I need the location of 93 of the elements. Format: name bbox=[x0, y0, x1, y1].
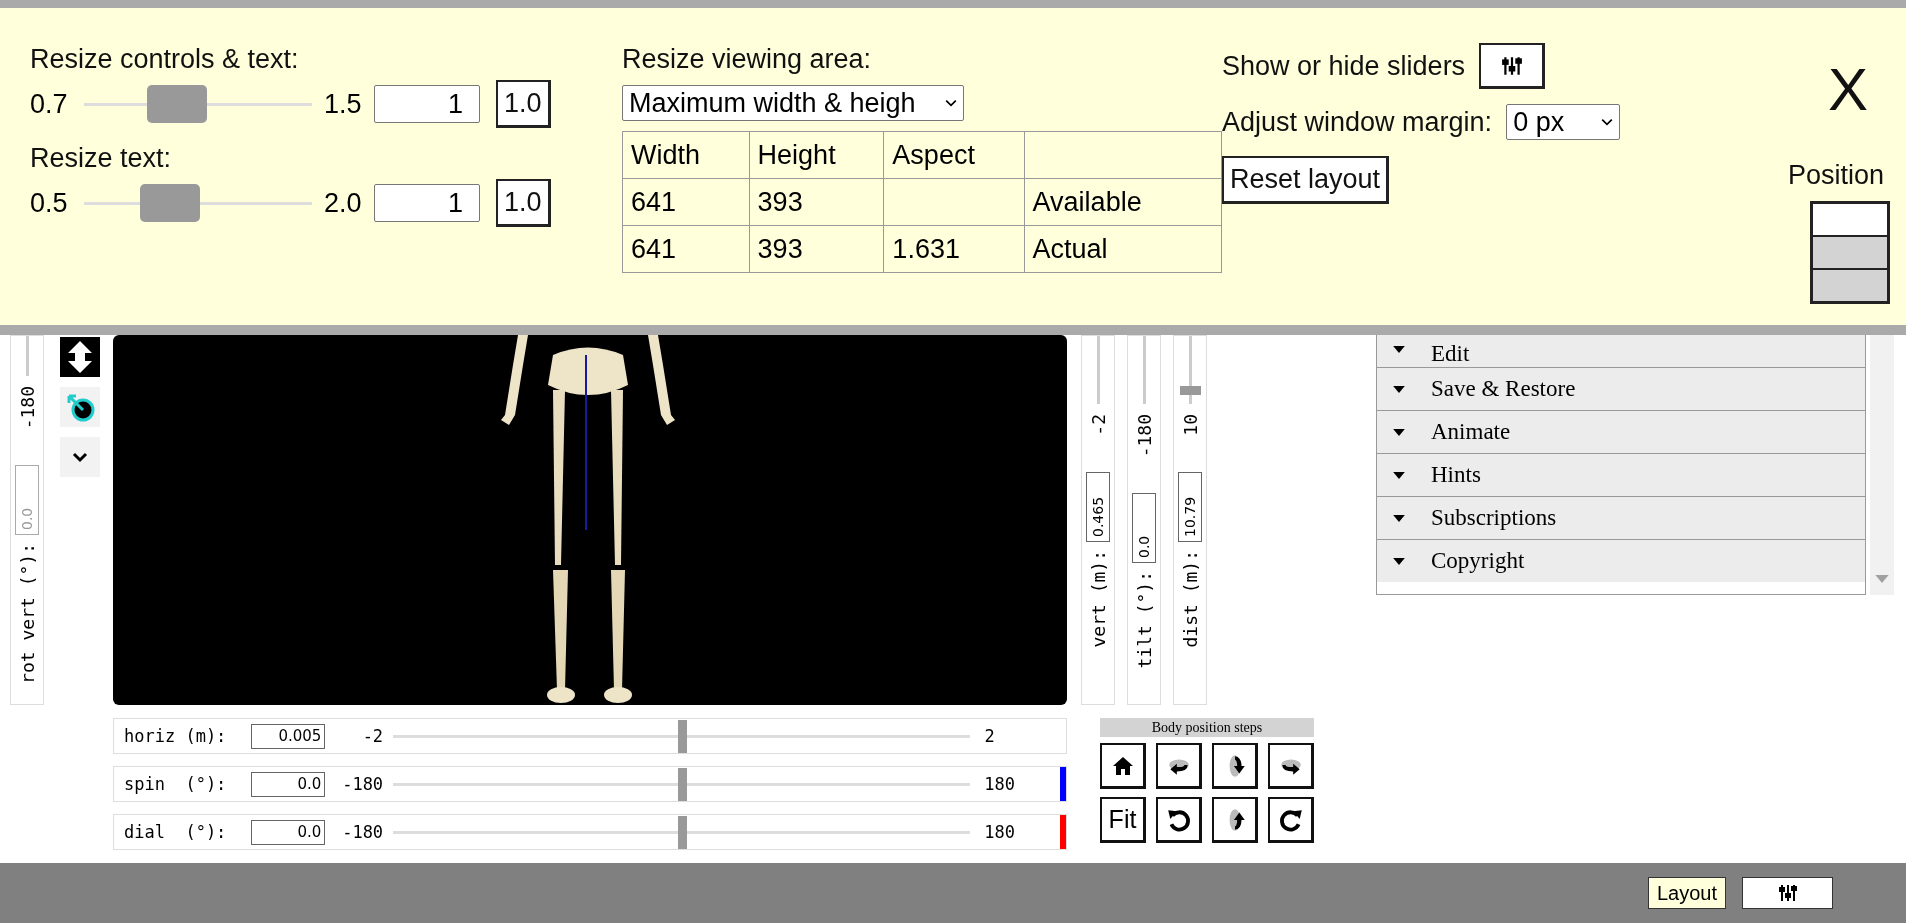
table-cell: 393 bbox=[757, 186, 803, 217]
caret-down-icon bbox=[1393, 557, 1405, 565]
slider-min: -180 bbox=[341, 822, 384, 842]
sliders-toggle-button[interactable] bbox=[1479, 43, 1546, 89]
slider-label: spin (°): bbox=[124, 774, 228, 794]
step-button[interactable] bbox=[1212, 743, 1258, 789]
chevron-down-icon bbox=[1601, 118, 1614, 126]
menu-item[interactable]: Save & Restore bbox=[1377, 367, 1865, 410]
slider-label: horiz (m): bbox=[124, 726, 228, 746]
position-slot[interactable] bbox=[1812, 203, 1888, 236]
reset-value-button[interactable]: 1.0 bbox=[496, 179, 551, 227]
vertical-slider[interactable]: -2 0.465 vert (m): bbox=[1081, 335, 1115, 705]
table-cell: Available bbox=[1032, 186, 1142, 217]
position-slot[interactable] bbox=[1812, 236, 1888, 269]
table-cell: 641 bbox=[631, 233, 677, 264]
slider-min: 0.5 bbox=[30, 187, 69, 219]
slider-max: 2.0 bbox=[324, 187, 363, 219]
steps-title: Body position steps bbox=[1100, 718, 1314, 737]
value-input[interactable]: 0.465 bbox=[1086, 471, 1110, 542]
slider-max: 2 bbox=[984, 726, 996, 746]
slider-max: 180 bbox=[984, 774, 1017, 794]
table-header: Width bbox=[631, 139, 701, 170]
table-header: Aspect bbox=[892, 139, 975, 170]
sliders-toggle-button[interactable] bbox=[1742, 877, 1833, 909]
step-button[interactable] bbox=[1156, 743, 1202, 789]
slider-min: -180 bbox=[341, 774, 384, 794]
menu-item[interactable]: Animate bbox=[1377, 410, 1865, 453]
table-cell: 1.631 bbox=[892, 233, 960, 264]
value-input[interactable]: 0.0 bbox=[251, 771, 326, 797]
caret-down-icon bbox=[1393, 514, 1405, 522]
value-input[interactable]: 0.0 bbox=[1132, 493, 1156, 564]
value-input[interactable]: 10.79 bbox=[1178, 471, 1202, 542]
step-button[interactable] bbox=[1268, 743, 1314, 789]
step-button[interactable] bbox=[1268, 797, 1314, 843]
slider-thumb[interactable] bbox=[677, 815, 687, 849]
step-button[interactable] bbox=[1156, 797, 1202, 843]
slider-thumb[interactable] bbox=[677, 719, 687, 753]
step-button[interactable] bbox=[1100, 743, 1146, 789]
setting-label: Resize text: bbox=[30, 143, 173, 174]
value-input[interactable]: 0.005 bbox=[251, 723, 326, 749]
table-cell: 393 bbox=[757, 233, 803, 264]
slider-max: 1.5 bbox=[324, 88, 363, 120]
caret-down-icon bbox=[1393, 428, 1405, 436]
value-input[interactable]: 0.0 bbox=[251, 819, 326, 845]
viewing-area-select[interactable]: Maximum width & heigh bbox=[622, 85, 964, 121]
step-button[interactable] bbox=[1212, 797, 1258, 843]
sliders-icon bbox=[1500, 54, 1523, 77]
slider-label: vert (m): bbox=[1087, 549, 1109, 648]
position-label: Position bbox=[1787, 160, 1884, 191]
slider-min: 0.7 bbox=[30, 88, 69, 120]
setting-label: Show or hide sliders bbox=[1222, 50, 1466, 82]
layout-button[interactable]: Layout bbox=[1647, 877, 1726, 909]
fit-button[interactable]: Fit bbox=[1100, 797, 1146, 843]
margin-select[interactable]: 0 px bbox=[1506, 104, 1621, 140]
value-input[interactable]: 1 bbox=[374, 85, 480, 123]
close-button[interactable]: X bbox=[1827, 60, 1868, 120]
slider-min: -180 bbox=[1133, 414, 1155, 458]
slider-label: dist (m): bbox=[1179, 549, 1201, 648]
setting-label: Adjust window margin: bbox=[1222, 106, 1493, 138]
scrollbar[interactable] bbox=[1870, 335, 1894, 595]
menu-item[interactable]: Subscriptions bbox=[1377, 496, 1865, 539]
caret-down-icon bbox=[1393, 346, 1405, 353]
menu-item[interactable]: Edit bbox=[1377, 335, 1865, 367]
table-cell: Actual bbox=[1032, 233, 1108, 264]
reset-value-button[interactable]: 1.0 bbox=[496, 80, 551, 128]
slider-min: -2 bbox=[1087, 414, 1109, 436]
slider-thumb[interactable] bbox=[147, 85, 207, 123]
vertical-slider[interactable]: 10 10.79 dist (m): bbox=[1173, 335, 1207, 705]
slider-label: dial (°): bbox=[124, 822, 228, 842]
caret-down-icon bbox=[1393, 385, 1405, 393]
slider-min: 10 bbox=[1179, 414, 1201, 436]
slider-min: -2 bbox=[361, 726, 384, 746]
table-cell: 641 bbox=[631, 186, 677, 217]
caret-down-icon bbox=[1393, 471, 1405, 479]
slider-thumb[interactable] bbox=[139, 184, 200, 222]
position-slot[interactable] bbox=[1812, 269, 1888, 302]
value-input[interactable]: 1 bbox=[374, 184, 480, 222]
reset-layout-button[interactable]: Reset layout bbox=[1222, 156, 1390, 204]
slider-min: -180 bbox=[16, 386, 38, 430]
slider-label: rot vert (°): bbox=[16, 543, 38, 685]
slider-max: 180 bbox=[984, 822, 1017, 842]
setting-label: Resize controls & text: bbox=[30, 44, 300, 75]
chevron-down-icon bbox=[945, 99, 957, 107]
slider-label: tilt (°): bbox=[1133, 571, 1155, 669]
sliders-icon bbox=[1777, 883, 1798, 903]
slider-thumb[interactable] bbox=[1179, 386, 1201, 395]
table-header: Height bbox=[757, 139, 836, 170]
menu-item[interactable]: Copyright bbox=[1377, 539, 1865, 582]
slider-thumb[interactable] bbox=[677, 767, 687, 801]
chevron-down-icon[interactable] bbox=[60, 437, 100, 477]
setting-label: Resize viewing area: bbox=[622, 44, 873, 75]
menu-item[interactable]: Hints bbox=[1377, 453, 1865, 496]
vertical-slider[interactable]: -180 0.0 tilt (°): bbox=[1127, 335, 1161, 705]
